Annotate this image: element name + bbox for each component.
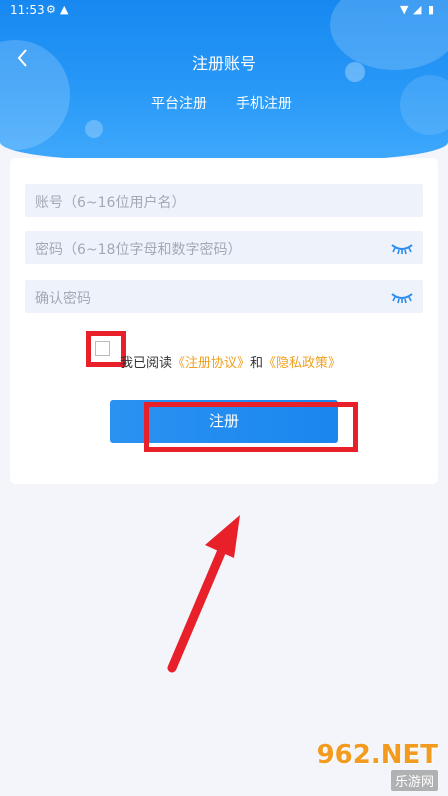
- watermark-logo: 962.NET 乐游网: [316, 740, 438, 791]
- watermark-brand: 962.NET: [316, 740, 438, 770]
- watermark-sub: 乐游网: [390, 770, 438, 791]
- annotation-arrow: [167, 515, 240, 673]
